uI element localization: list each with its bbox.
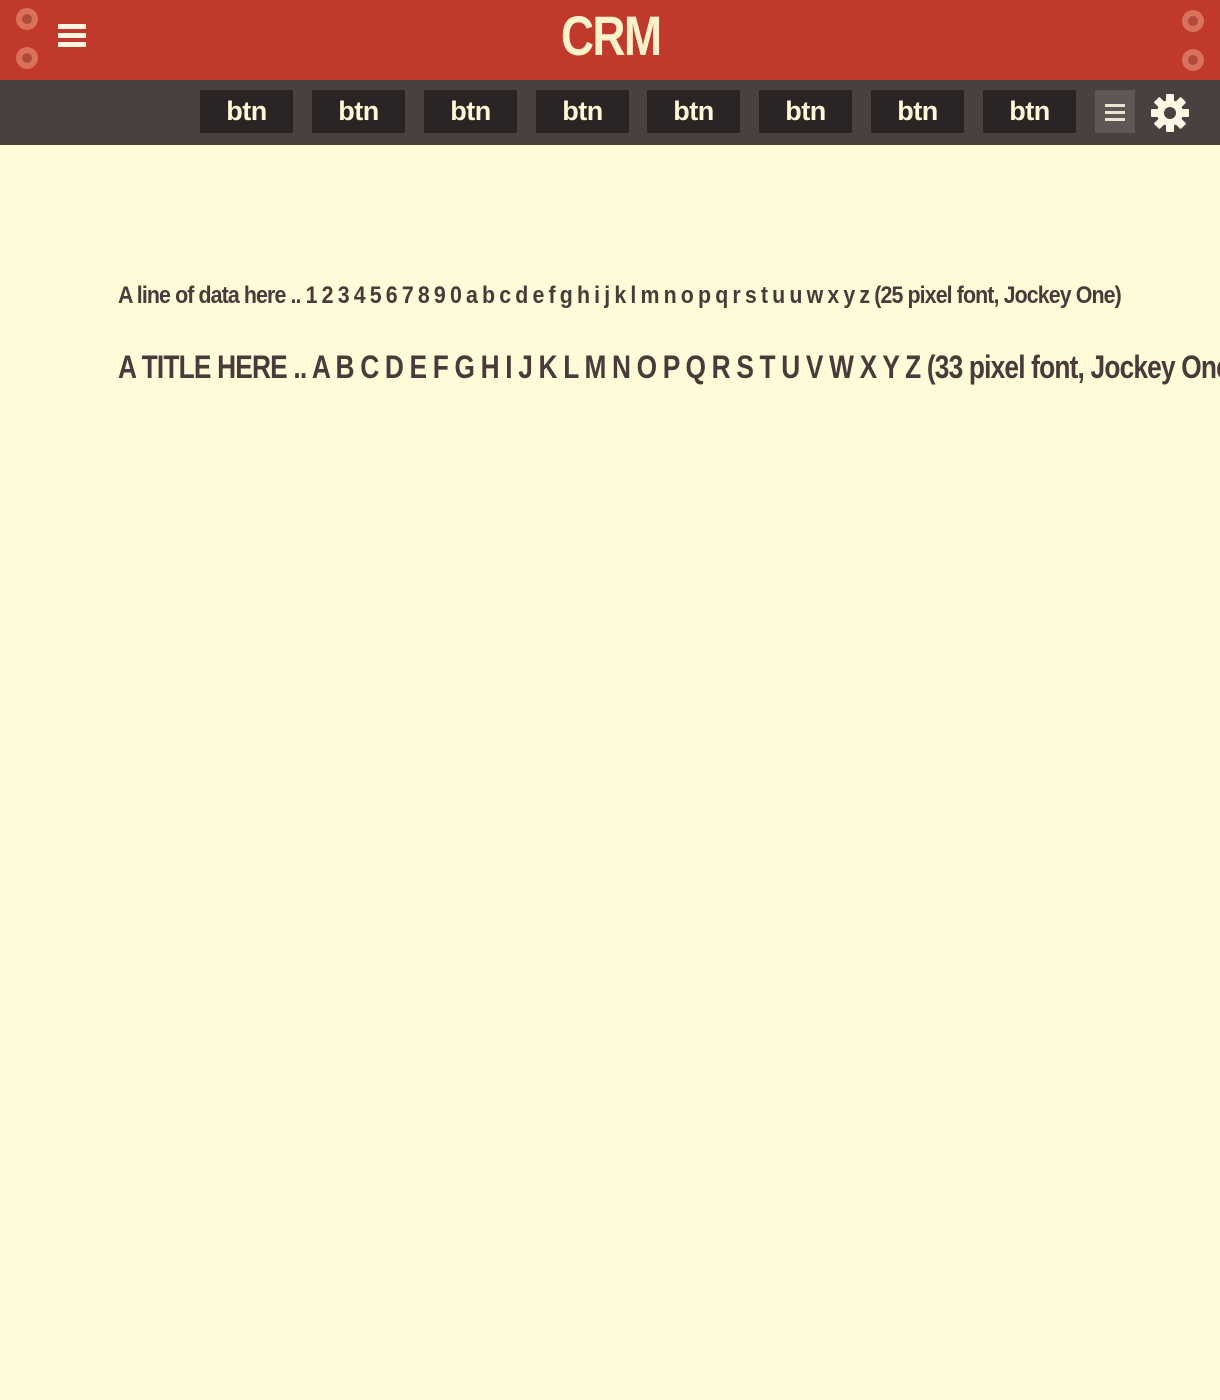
app-header: CRM bbox=[0, 0, 1220, 80]
gear-icon[interactable] bbox=[1149, 92, 1191, 134]
list-icon[interactable] bbox=[1095, 90, 1135, 133]
hamburger-icon[interactable] bbox=[58, 24, 86, 48]
toolbar-button-6[interactable]: btn bbox=[759, 90, 852, 133]
rivet-decoration bbox=[16, 47, 38, 69]
rivet-decoration bbox=[1182, 49, 1204, 71]
app-title: CRM bbox=[560, 4, 662, 67]
toolbar-button-4[interactable]: btn bbox=[536, 90, 629, 133]
title-line-text: A TITLE HERE .. A B C D E F G H I J K L … bbox=[118, 349, 1220, 385]
toolbar-button-2[interactable]: btn bbox=[312, 90, 405, 133]
toolbar-button-8[interactable]: btn bbox=[983, 90, 1076, 133]
rivet-decoration bbox=[16, 8, 38, 30]
toolbar-button-1[interactable]: btn bbox=[200, 90, 293, 133]
toolbar: btn btn btn btn btn btn btn btn bbox=[0, 80, 1220, 145]
toolbar-button-5[interactable]: btn bbox=[647, 90, 740, 133]
toolbar-button-7[interactable]: btn bbox=[871, 90, 964, 133]
data-line-text: A line of data here .. 1 2 3 4 5 6 7 8 9… bbox=[118, 282, 1122, 309]
toolbar-button-3[interactable]: btn bbox=[424, 90, 517, 133]
rivet-decoration bbox=[1182, 10, 1204, 32]
